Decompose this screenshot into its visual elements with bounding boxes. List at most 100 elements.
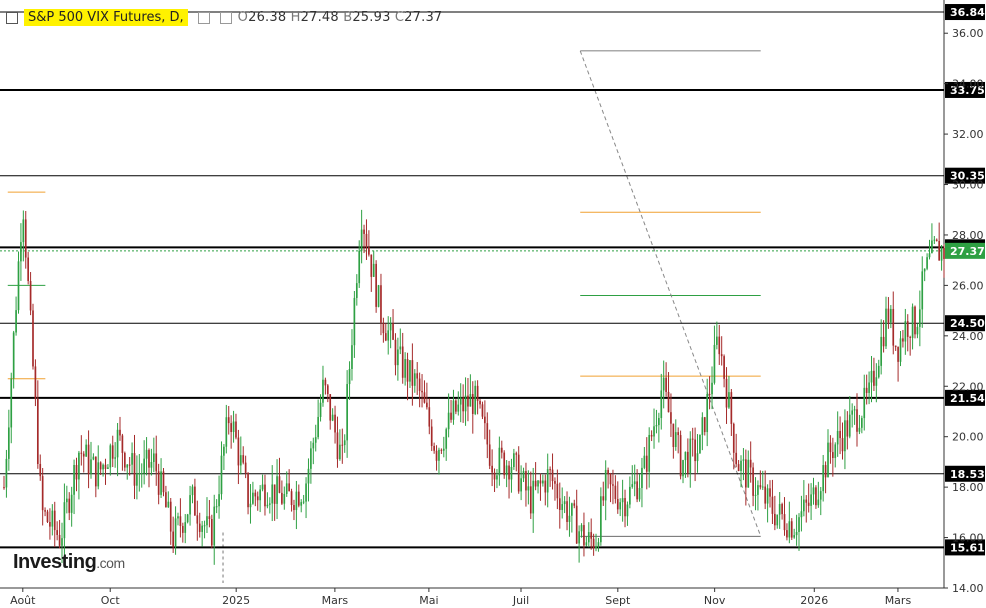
candle-body [128, 464, 131, 466]
candle-body [109, 445, 112, 468]
candle-body [911, 306, 914, 338]
candle-body [590, 532, 593, 539]
candle-body [563, 501, 566, 505]
y-tick-label: 34.00 [952, 78, 984, 91]
indicator-toggle[interactable] [197, 11, 210, 24]
candle-body [305, 483, 307, 502]
candle-body [909, 336, 912, 338]
candle-body [300, 502, 303, 506]
candle-body [921, 271, 924, 310]
candle-body [544, 480, 547, 493]
candle-body [517, 454, 520, 492]
candle-body [481, 404, 484, 417]
candle-body [51, 510, 54, 527]
candle-body [348, 369, 351, 385]
candle-body [923, 268, 926, 272]
candle-body [452, 400, 455, 420]
candle-body [766, 488, 769, 504]
symbol-title[interactable]: S&P 500 VIX Futures, D, [24, 9, 188, 26]
candle-body [875, 377, 878, 386]
open-value: 26.38 [248, 10, 287, 25]
candle-body [404, 359, 406, 378]
candle-body [699, 434, 701, 454]
candle-body [49, 522, 51, 527]
candle-body [935, 239, 938, 241]
candle-body [558, 498, 561, 510]
candle-body [725, 378, 728, 408]
candle-body [897, 347, 899, 362]
candle-body [587, 532, 590, 543]
candle-body [873, 370, 875, 386]
candle-body [566, 501, 568, 522]
candle-body [138, 473, 141, 475]
candle-body [174, 518, 177, 547]
y-tick-label: 26.00 [952, 279, 984, 292]
chart-background [0, 0, 986, 608]
candle-body [491, 465, 493, 473]
candle-body [285, 483, 288, 494]
candle-body [34, 366, 37, 399]
y-tick-label: 20.00 [952, 431, 984, 444]
candle-body [846, 420, 849, 437]
candle-body [121, 435, 124, 453]
candle-body [389, 323, 392, 331]
candle-body [631, 484, 634, 487]
y-tick-label: 14.00 [952, 582, 984, 595]
close-label: C [394, 10, 405, 25]
candle-body [254, 492, 257, 497]
candle-body [239, 455, 242, 466]
candle-body [15, 310, 17, 333]
candle-body [798, 517, 800, 533]
candle-body [817, 499, 820, 506]
candle-body [181, 526, 184, 533]
candle-body [868, 382, 870, 393]
candle-body [339, 444, 341, 460]
candle-body [691, 438, 694, 440]
candle-body [24, 219, 27, 258]
candle-body [157, 471, 160, 495]
candle-body [20, 242, 22, 262]
candle-body [278, 476, 281, 493]
candle-body [556, 483, 559, 499]
candle-body [220, 455, 223, 495]
candle-body [525, 471, 527, 491]
candle-body [459, 397, 462, 405]
candle-body [29, 281, 32, 311]
candle-body [848, 414, 851, 437]
candle-body [728, 392, 730, 408]
candle-body [447, 412, 450, 430]
candle-body [223, 446, 225, 456]
candle-body [126, 464, 129, 468]
candle-body [189, 495, 191, 515]
price-chart[interactable]: 36.8433.7530.3527.5124.5021.5418.5315.61… [0, 0, 986, 608]
candle-body [68, 498, 71, 513]
candle-body [90, 459, 92, 475]
candle-body [810, 494, 812, 506]
candle-body [140, 473, 143, 475]
candle-body [5, 458, 8, 488]
candle-body [706, 393, 709, 433]
candle-body [418, 378, 421, 391]
candle-body [496, 475, 498, 480]
candle-body [160, 471, 162, 495]
candle-body [621, 498, 624, 503]
candle-body [520, 478, 522, 492]
candle-body [230, 423, 232, 433]
candle-body [365, 233, 368, 248]
symbol-checkbox[interactable] [6, 11, 18, 24]
indicator-toggle-2[interactable] [219, 11, 232, 24]
candle-body [70, 494, 73, 513]
candle-body [368, 247, 370, 255]
candle-body [474, 385, 477, 414]
candle-body [515, 453, 518, 455]
candle-body [805, 499, 808, 503]
candle-body [488, 444, 491, 466]
candle-body [312, 442, 315, 449]
candle-body [341, 444, 344, 446]
candle-body [740, 460, 742, 472]
x-tick-label: Mars [885, 594, 912, 607]
candle-body [317, 416, 319, 438]
candle-body [624, 498, 626, 517]
candle-body [259, 489, 261, 501]
candle-body [256, 496, 259, 501]
